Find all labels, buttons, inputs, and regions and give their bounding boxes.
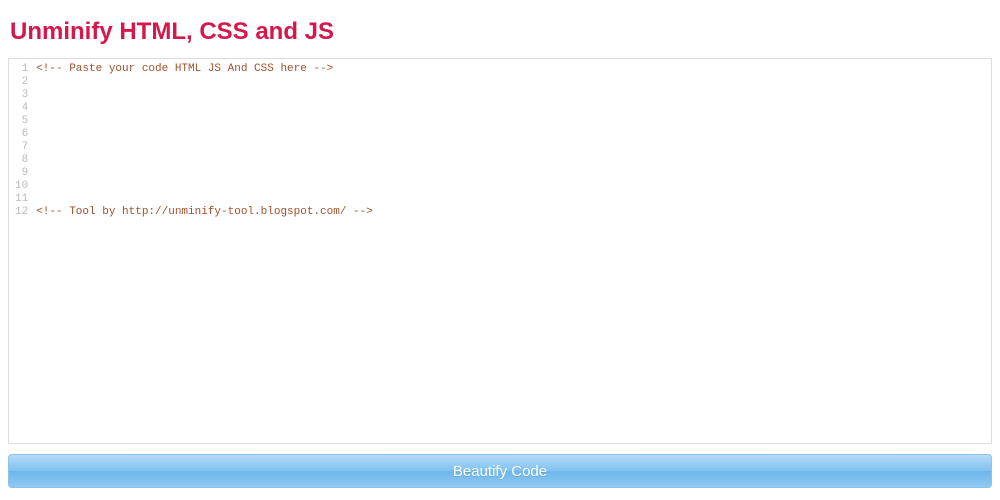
code-line — [36, 89, 991, 102]
code-editor-container: 123456789101112 <!-- Paste your code HTM… — [8, 58, 992, 444]
line-number: 4 — [15, 102, 28, 115]
code-line — [36, 193, 991, 206]
code-line — [36, 154, 991, 167]
code-line — [36, 76, 991, 89]
code-line — [36, 141, 991, 154]
beautify-button[interactable]: Beautify Code — [8, 454, 992, 488]
line-number: 10 — [15, 180, 28, 193]
code-line — [36, 180, 991, 193]
line-number: 3 — [15, 89, 28, 102]
line-number: 2 — [15, 76, 28, 89]
line-number-gutter: 123456789101112 — [9, 59, 32, 443]
line-number: 7 — [15, 141, 28, 154]
line-number: 9 — [15, 167, 28, 180]
line-number: 8 — [15, 154, 28, 167]
code-line — [36, 115, 991, 128]
code-line — [36, 167, 991, 180]
code-line — [36, 102, 991, 115]
line-number: 5 — [15, 115, 28, 128]
code-line: <!-- Tool by http://unminify-tool.blogsp… — [36, 206, 991, 219]
line-number: 1 — [15, 63, 28, 76]
code-editor[interactable]: <!-- Paste your code HTML JS And CSS her… — [32, 59, 991, 443]
line-number: 12 — [15, 206, 28, 219]
line-number: 6 — [15, 128, 28, 141]
page-title: Unminify HTML, CSS and JS — [10, 18, 992, 46]
code-line — [36, 128, 991, 141]
code-line: <!-- Paste your code HTML JS And CSS her… — [36, 63, 991, 76]
line-number: 11 — [15, 193, 28, 206]
